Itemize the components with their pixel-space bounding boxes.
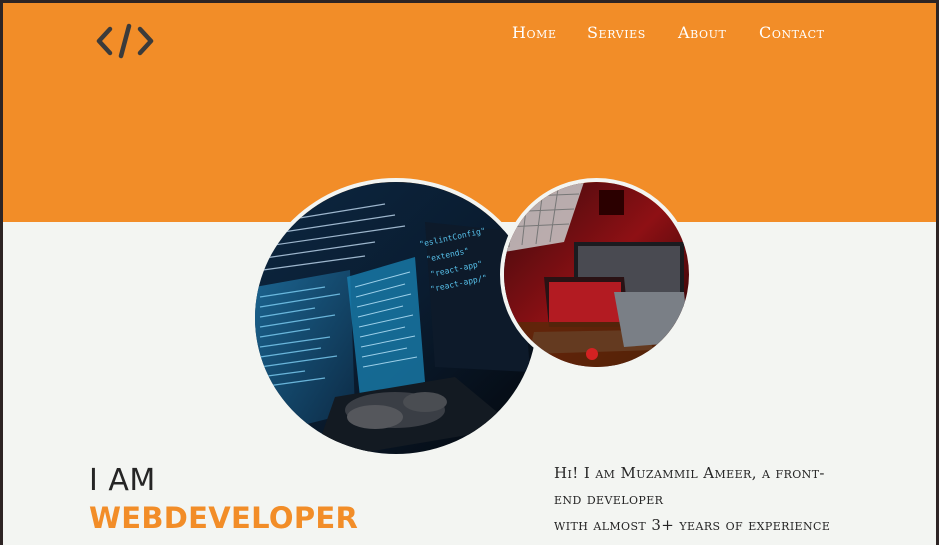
main-nav: Home Servies About Contact bbox=[3, 23, 936, 43]
bio-line: end developer bbox=[554, 490, 664, 508]
nav-services[interactable]: Servies bbox=[587, 23, 646, 42]
hero-bio: Hi! I am Muzammil Ameer, a front- end de… bbox=[554, 460, 854, 538]
nav-home[interactable]: Home bbox=[512, 23, 557, 42]
coding-photo: "eslintConfig" "extends" "react-app" "re… bbox=[251, 178, 541, 458]
bio-line: with almost 3+ years of experience bbox=[554, 516, 831, 534]
nav-about[interactable]: About bbox=[678, 23, 726, 42]
nav-contact[interactable]: Contact bbox=[759, 23, 825, 42]
hero-heading-role: WEBDEVELOPER bbox=[89, 501, 359, 535]
bio-line: Hi! I am Muzammil Ameer, a front- bbox=[554, 464, 825, 482]
workspace-photo bbox=[500, 178, 693, 371]
hero-heading-intro: I AM bbox=[89, 463, 156, 498]
page: Home Servies About Contact "eslintConfig… bbox=[3, 3, 936, 545]
